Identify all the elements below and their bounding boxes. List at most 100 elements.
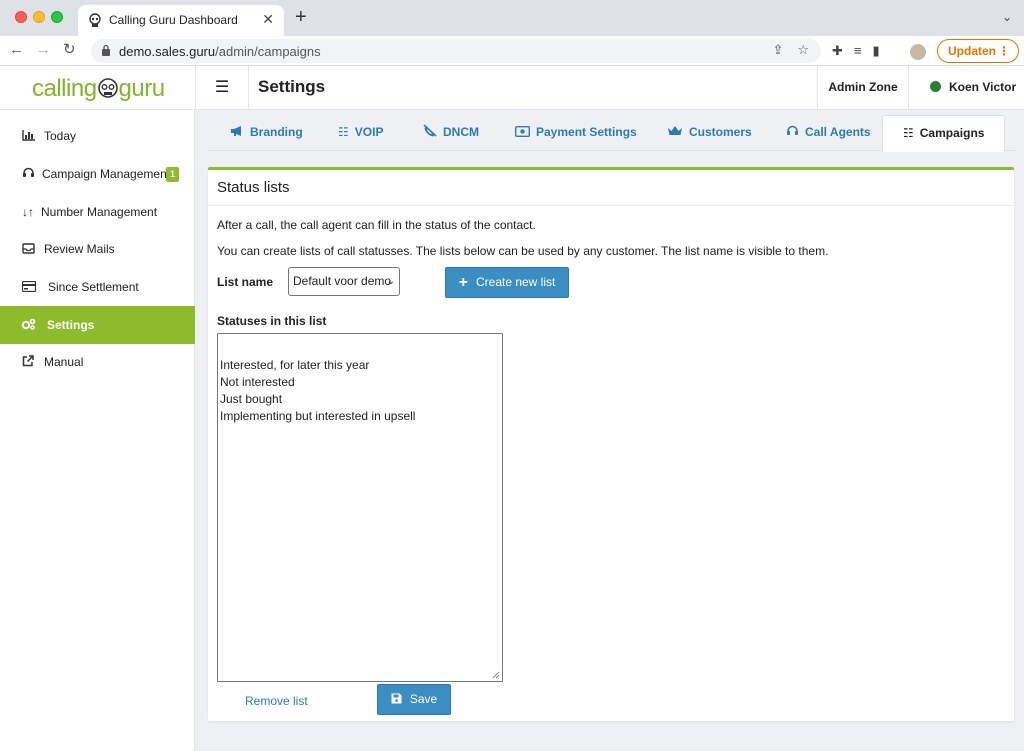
statuses-label: Statuses in this list (217, 314, 327, 328)
sidebar-item-manual[interactable]: Manual (0, 343, 195, 381)
share-icon[interactable]: ⇪ (772, 42, 783, 57)
tab-campaigns[interactable]: ☷ Campaigns (882, 115, 1006, 152)
list-icon: ☷ (338, 125, 349, 139)
campaign-count-badge: 1 (166, 167, 180, 182)
sort-icon: ↓↑ (22, 205, 34, 219)
chevron-down-icon[interactable]: ⌄ (1002, 10, 1012, 24)
statuses-textarea[interactable]: Interested, for later this year Not inte… (217, 333, 503, 682)
list-icon: ☷ (903, 126, 914, 140)
list-name-label: List name (217, 275, 274, 289)
headset-icon (786, 115, 799, 150)
user-name: Koen Victor (949, 80, 1017, 94)
tab-customers[interactable]: Customers (667, 115, 752, 151)
sidebar-item-label: Since Settlement (48, 280, 139, 294)
browser-toolbar: ← → ↻ demo.sales.guru/admin/campaigns ⇪ ☆… (0, 36, 1024, 66)
create-button-label: Create new list (475, 275, 556, 289)
tab-voip[interactable]: ☷ VOIP (338, 115, 383, 151)
phone-slash-icon (423, 115, 437, 150)
reading-list-icon[interactable]: ≡ (854, 43, 862, 58)
url-path: /admin/campaigns (215, 44, 321, 59)
app-header: calling guru ☰ Settings Admin Zone Koen … (0, 66, 1024, 110)
status-line: Interested, for later this year (220, 358, 370, 372)
crown-icon (667, 115, 683, 150)
calling-guru-logo[interactable]: calling guru (32, 75, 165, 103)
omnibox-actions: ⇪ ☆ (758, 42, 809, 58)
forward-icon[interactable]: → (36, 40, 51, 60)
status-lists-card: Status lists After a call, the call agen… (208, 167, 1014, 721)
tab-dncm[interactable]: DNCM (423, 115, 479, 151)
bookmark-star-icon[interactable]: ☆ (797, 42, 809, 57)
tab-label: Payment Settings (536, 125, 637, 139)
lock-icon (102, 44, 110, 56)
kebab-menu-icon: ⋮ (998, 44, 1010, 58)
megaphone-icon (230, 115, 244, 150)
card-divider (208, 205, 1014, 206)
puzzle-icon[interactable]: ✚ (832, 43, 843, 58)
external-link-icon (20, 343, 36, 381)
new-tab-icon[interactable]: + (295, 7, 307, 27)
tab-label: Call Agents (805, 125, 871, 139)
browser-tab[interactable]: Calling Guru Dashboard ✕ (78, 5, 284, 36)
save-button[interactable]: Save (377, 684, 451, 715)
status-line (220, 340, 500, 357)
user-menu[interactable]: Koen Victor (930, 80, 1016, 94)
minimize-window-button[interactable] (33, 11, 45, 23)
close-tab-icon[interactable]: ✕ (262, 11, 274, 28)
sidebar-item-since-settlement[interactable]: Since Settlement (0, 268, 195, 306)
logo-text-left: calling (32, 75, 97, 102)
tab-label: DNCM (443, 125, 479, 139)
url-text: demo.sales.guru/admin/campaigns (119, 44, 321, 59)
browser-tab-title: Calling Guru Dashboard (109, 13, 238, 27)
tab-label: VOIP (354, 125, 384, 139)
reload-icon[interactable]: ↻ (63, 40, 76, 60)
tab-label: Branding (250, 125, 303, 139)
hamburger-menu-icon[interactable]: ☰ (195, 66, 249, 109)
sidebar-item-label: Campaign Management (42, 167, 171, 181)
tab-payment-settings[interactable]: Payment Settings (514, 115, 637, 151)
sidebar-item-today[interactable]: Today (0, 117, 195, 155)
money-icon (514, 115, 531, 150)
gears-icon (20, 306, 36, 344)
update-browser-button[interactable]: Updaten ⋮ (937, 39, 1019, 63)
headset-icon (20, 155, 36, 193)
sidebar: Today Campaign Management 1 ↓↑ Number Ma… (0, 110, 195, 751)
browser-tab-bar: Calling Guru Dashboard ✕ + ⌄ (0, 0, 1024, 36)
save-button-label: Save (409, 692, 438, 706)
profile-avatar[interactable] (910, 44, 926, 60)
sidebar-item-settings[interactable]: Settings (0, 306, 195, 344)
calling-guru-favicon-icon (89, 13, 101, 27)
status-line: Just bought (220, 392, 283, 406)
sidebar-item-label: Today (44, 129, 77, 143)
description-text: After a call, the call agent can fill in… (217, 218, 536, 232)
bar-chart-icon (20, 117, 36, 155)
status-line: Implementing but interested in upsell (220, 409, 416, 423)
update-label: Updaten (948, 44, 996, 58)
tab-label: Campaigns (919, 126, 985, 140)
list-name-selected-value: Default voor demo (293, 274, 392, 288)
close-window-button[interactable] (15, 11, 27, 23)
sidebar-item-campaign-management[interactable]: Campaign Management 1 (0, 155, 195, 193)
back-icon[interactable]: ← (9, 40, 24, 60)
side-panel-icon[interactable]: ▮ (873, 43, 880, 58)
maximize-window-button[interactable] (51, 11, 63, 23)
description-text: You can create lists of call statusses. … (217, 244, 829, 258)
sidebar-item-label: Manual (44, 355, 84, 369)
admin-zone-link[interactable]: Admin Zone (817, 66, 909, 109)
card-title: Status lists (217, 179, 290, 196)
list-name-select[interactable]: Default voor demo ⌄ (288, 267, 400, 296)
sidebar-item-label: Settings (47, 318, 95, 332)
sidebar-item-number-management[interactable]: ↓↑ Number Management (0, 193, 195, 231)
tab-branding[interactable]: Branding (230, 115, 303, 151)
sidebar-item-review-mails[interactable]: Review Mails (0, 230, 195, 268)
create-new-list-button[interactable]: + Create new list (445, 267, 569, 298)
card-icon (21, 268, 37, 306)
resize-handle-icon[interactable] (492, 671, 500, 679)
settings-tabs: Branding ☷ VOIP DNCM Payment Settings Cus… (208, 115, 1016, 152)
remove-list-link[interactable]: Remove list (245, 694, 308, 708)
logo-text-right: guru (118, 75, 166, 102)
tab-call-agents[interactable]: Call Agents (786, 115, 871, 151)
url-domain: demo.sales.guru (119, 44, 216, 59)
chevron-down-icon: ⌄ (386, 276, 395, 287)
sidebar-item-label: Review Mails (44, 242, 115, 256)
address-bar[interactable]: demo.sales.guru/admin/campaigns ⇪ ☆ (91, 39, 821, 63)
